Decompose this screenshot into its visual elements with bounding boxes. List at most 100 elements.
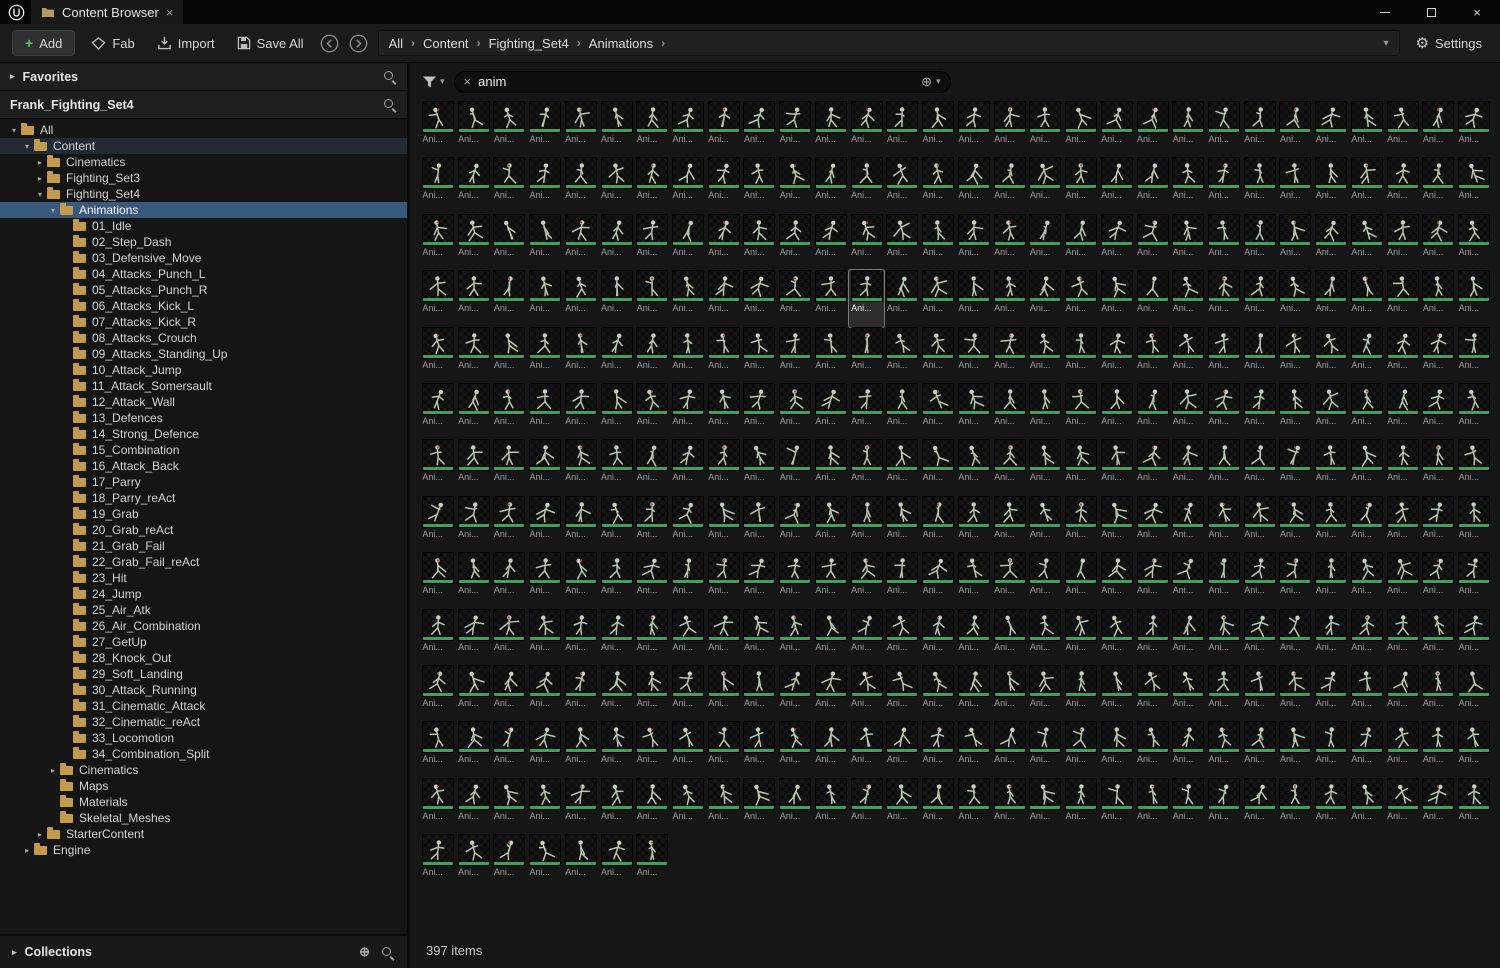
asset-item[interactable]: Ani... bbox=[1206, 157, 1241, 213]
asset-item[interactable]: Ani... bbox=[1028, 326, 1063, 383]
asset-item[interactable]: Ani... bbox=[706, 552, 741, 608]
asset-item[interactable]: Ani... bbox=[456, 213, 491, 270]
asset-item[interactable]: Ani... bbox=[1242, 213, 1277, 270]
asset-item[interactable]: Ani... bbox=[1064, 382, 1099, 439]
asset-item[interactable]: Ani... bbox=[563, 101, 598, 157]
asset-item[interactable]: Ani... bbox=[563, 382, 598, 439]
asset-item[interactable]: Ani... bbox=[599, 157, 634, 213]
tree-item-15_combination[interactable]: 15_Combination bbox=[0, 442, 407, 458]
asset-item[interactable]: Ani... bbox=[921, 157, 956, 213]
asset-item[interactable]: Ani... bbox=[778, 664, 813, 721]
asset-item[interactable]: Ani... bbox=[1135, 157, 1170, 213]
tree-item-14_strong_defence[interactable]: 14_Strong_Defence bbox=[0, 426, 407, 442]
asset-item[interactable]: Ani... bbox=[1314, 213, 1349, 270]
asset-item[interactable]: Ani... bbox=[563, 213, 598, 270]
clear-search-icon[interactable]: × bbox=[464, 74, 472, 89]
asset-item[interactable]: Ani... bbox=[813, 326, 848, 383]
tree-item-cinematics[interactable]: ▸ Cinematics bbox=[0, 154, 407, 170]
asset-item[interactable]: Ani... bbox=[992, 213, 1027, 270]
asset-item[interactable]: Ani... bbox=[1242, 721, 1277, 777]
asset-item[interactable]: Ani... bbox=[1421, 439, 1456, 495]
asset-item[interactable]: Ani... bbox=[456, 157, 491, 213]
asset-item[interactable]: Ani... bbox=[1206, 326, 1241, 383]
asset-item[interactable]: Ani... bbox=[456, 664, 491, 721]
asset-item[interactable]: Ani... bbox=[1028, 721, 1063, 777]
favorites-header[interactable]: ▸ Favorites bbox=[0, 63, 407, 91]
breadcrumb-item[interactable]: Animations bbox=[589, 36, 653, 51]
asset-item[interactable]: Ani... bbox=[742, 777, 777, 834]
asset-item[interactable]: Ani... bbox=[1421, 382, 1456, 439]
expand-arrow-icon[interactable]: ▾ bbox=[21, 142, 33, 151]
asset-item[interactable]: Ani... bbox=[1206, 213, 1241, 270]
asset-item[interactable]: Ani... bbox=[1171, 270, 1206, 326]
filter-button[interactable]: ▾ bbox=[422, 75, 445, 89]
asset-item[interactable]: Ani... bbox=[528, 721, 563, 777]
asset-item[interactable]: Ani... bbox=[1349, 157, 1384, 213]
asset-item[interactable]: Ani... bbox=[778, 721, 813, 777]
asset-item[interactable]: Ani... bbox=[1314, 439, 1349, 495]
asset-item[interactable]: Ani... bbox=[1171, 777, 1206, 834]
asset-item[interactable]: Ani... bbox=[599, 326, 634, 383]
asset-item[interactable]: Ani... bbox=[742, 213, 777, 270]
import-button[interactable]: Import bbox=[151, 32, 221, 55]
asset-item[interactable]: Ani... bbox=[1028, 608, 1063, 665]
asset-item[interactable]: Ani... bbox=[1314, 495, 1349, 552]
asset-item[interactable]: Ani... bbox=[1171, 157, 1206, 213]
asset-item[interactable]: Ani... bbox=[670, 664, 705, 721]
asset-item[interactable]: Ani... bbox=[1385, 777, 1420, 834]
asset-item[interactable]: Ani... bbox=[456, 552, 491, 608]
expand-arrow-icon[interactable]: ▸ bbox=[34, 174, 46, 183]
asset-item[interactable]: Ani... bbox=[849, 664, 884, 721]
asset-item[interactable]: Ani... bbox=[885, 552, 920, 608]
asset-item[interactable]: Ani... bbox=[528, 439, 563, 495]
asset-item[interactable]: Ani... bbox=[1242, 326, 1277, 383]
asset-item[interactable]: Ani... bbox=[1171, 552, 1206, 608]
asset-item[interactable]: Ani... bbox=[528, 213, 563, 270]
asset-item[interactable]: Ani... bbox=[956, 495, 991, 552]
asset-item[interactable]: Ani... bbox=[706, 664, 741, 721]
asset-item[interactable]: Ani... bbox=[813, 382, 848, 439]
asset-item[interactable]: Ani... bbox=[420, 382, 455, 439]
asset-item[interactable]: Ani... bbox=[1278, 552, 1313, 608]
asset-item[interactable]: Ani... bbox=[456, 834, 491, 890]
asset-item[interactable]: Ani... bbox=[1064, 439, 1099, 495]
asset-item[interactable]: Ani... bbox=[563, 439, 598, 495]
asset-item[interactable]: Ani... bbox=[885, 664, 920, 721]
asset-item[interactable]: Ani... bbox=[670, 495, 705, 552]
asset-item[interactable]: Ani... bbox=[921, 495, 956, 552]
asset-item[interactable]: Ani... bbox=[492, 213, 527, 270]
asset-item[interactable]: Ani... bbox=[599, 552, 634, 608]
asset-item[interactable]: Ani... bbox=[492, 439, 527, 495]
tree-item-20_grab_react[interactable]: 20_Grab_reAct bbox=[0, 522, 407, 538]
asset-item[interactable]: Ani... bbox=[742, 721, 777, 777]
sources-header[interactable]: Frank_Fighting_Set4 bbox=[0, 91, 407, 119]
asset-item[interactable]: Ani... bbox=[563, 777, 598, 834]
asset-item[interactable]: Ani... bbox=[1135, 213, 1170, 270]
asset-item[interactable]: Ani... bbox=[420, 664, 455, 721]
asset-item[interactable]: Ani... bbox=[1135, 664, 1170, 721]
asset-item[interactable]: Ani... bbox=[742, 608, 777, 665]
asset-item[interactable]: Ani... bbox=[1314, 552, 1349, 608]
asset-item[interactable]: Ani... bbox=[1314, 777, 1349, 834]
asset-item[interactable]: Ani... bbox=[1457, 721, 1492, 777]
asset-item[interactable]: Ani... bbox=[849, 382, 884, 439]
asset-item[interactable]: Ani... bbox=[1206, 664, 1241, 721]
tree-item-materials[interactable]: Materials bbox=[0, 794, 407, 810]
tree-item-engine[interactable]: ▸ Engine bbox=[0, 842, 407, 858]
asset-item[interactable]: Ani... bbox=[599, 382, 634, 439]
asset-item[interactable]: Ani... bbox=[1278, 439, 1313, 495]
asset-item[interactable]: Ani... bbox=[1206, 552, 1241, 608]
asset-item[interactable]: Ani... bbox=[921, 270, 956, 326]
asset-item[interactable]: Ani... bbox=[849, 777, 884, 834]
tree-item-32_cinematic_react[interactable]: 32_Cinematic_reAct bbox=[0, 714, 407, 730]
asset-item[interactable]: Ani... bbox=[1171, 608, 1206, 665]
asset-item[interactable]: Ani... bbox=[778, 608, 813, 665]
tree-item-28_knock_out[interactable]: 28_Knock_Out bbox=[0, 650, 407, 666]
asset-item[interactable]: Ani... bbox=[563, 552, 598, 608]
asset-item[interactable]: Ani... bbox=[1314, 608, 1349, 665]
asset-item[interactable]: Ani... bbox=[706, 101, 741, 157]
asset-item[interactable]: Ani... bbox=[1349, 664, 1384, 721]
tree-item-maps[interactable]: Maps bbox=[0, 778, 407, 794]
asset-item[interactable]: Ani... bbox=[528, 608, 563, 665]
expand-arrow-icon[interactable]: ▾ bbox=[47, 206, 59, 215]
